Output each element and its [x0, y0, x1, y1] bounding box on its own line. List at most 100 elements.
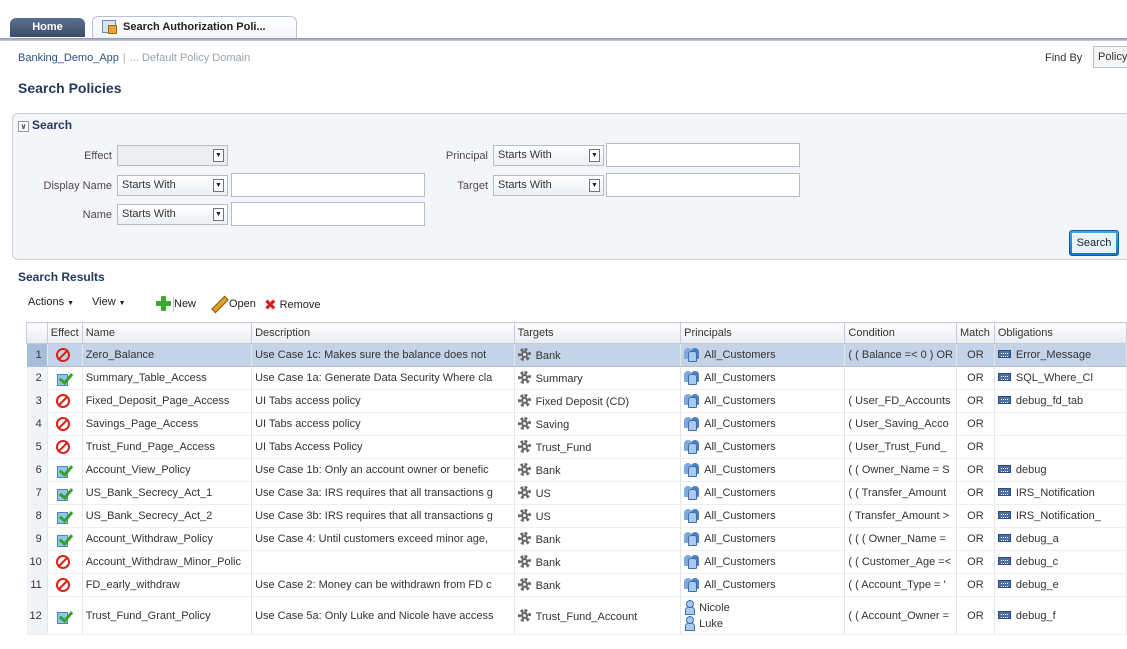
- name-cell[interactable]: Trust_Fund_Page_Access: [82, 435, 253, 459]
- principal-entry: All_Customers: [684, 393, 841, 409]
- resource-gear-icon: [517, 608, 531, 622]
- name-operator-value: Starts With: [122, 208, 176, 220]
- dropdown-arrow-icon[interactable]: ▼: [213, 208, 224, 221]
- effect-cell: [47, 366, 83, 390]
- column-header-name[interactable]: Name: [81, 322, 253, 344]
- resource-gear-icon: [517, 417, 531, 430]
- column-header-match[interactable]: Match: [955, 322, 995, 344]
- view-menu[interactable]: View ▼: [92, 296, 126, 308]
- grant-effect-icon: [56, 486, 72, 501]
- description-cell: UI Tabs access policy: [251, 412, 515, 436]
- table-row[interactable]: 1 Zero_Balance Use Case 1c: Makes sure the…: [26, 343, 1127, 367]
- find-by-select[interactable]: Policy: [1093, 46, 1127, 68]
- target-operator-value: Starts With: [498, 179, 552, 191]
- principal-name: Nicole: [699, 601, 730, 614]
- add-icon: [156, 296, 171, 311]
- dropdown-arrow-icon[interactable]: ▼: [213, 179, 224, 192]
- search-button[interactable]: Search: [1069, 230, 1119, 256]
- target-operator-select[interactable]: Starts With ▼: [493, 175, 604, 196]
- name-cell[interactable]: US_Bank_Secrecy_Act_2: [82, 504, 253, 528]
- effect-cell: [47, 412, 83, 436]
- search-section-header[interactable]: ∨ Search: [18, 118, 72, 132]
- open-button-label: Open: [229, 298, 256, 310]
- principals-cell: All_Customers: [680, 481, 846, 505]
- name-cell[interactable]: Savings_Page_Access: [82, 412, 253, 436]
- column-header-description[interactable]: Description: [251, 322, 515, 344]
- obligations-cell: [994, 412, 1127, 436]
- name-cell[interactable]: Trust_Fund_Grant_Policy: [82, 596, 253, 635]
- name-cell[interactable]: Account_Withdraw_Policy: [82, 527, 253, 551]
- breadcrumb-app-link[interactable]: Banking_Demo_App: [18, 52, 119, 64]
- column-header-condition[interactable]: Condition: [844, 322, 957, 344]
- name-cell[interactable]: Account_Withdraw_Minor_Polic: [82, 550, 253, 574]
- table-row[interactable]: 6 Account_View_Policy Use Case 1b: Only an…: [26, 458, 1127, 482]
- name-cell[interactable]: Zero_Balance: [82, 343, 253, 367]
- table-row[interactable]: 10 Account_Withdraw_Minor_Polic Bank All_Cu…: [26, 550, 1127, 574]
- collapse-chevron-icon[interactable]: ∨: [18, 121, 29, 132]
- breadcrumb-domain-link[interactable]: ... Default Policy Domain: [130, 52, 250, 64]
- table-row[interactable]: 11 FD_early_withdraw Use Case 2: Money can…: [26, 573, 1127, 597]
- match-cell: OR: [956, 389, 995, 413]
- column-header-targets[interactable]: Targets: [513, 322, 682, 344]
- open-button[interactable]: Open: [211, 296, 256, 311]
- dropdown-arrow-icon[interactable]: ▼: [589, 149, 600, 162]
- condition-cell: ( Transfer_Amount >: [844, 504, 957, 528]
- remove-button[interactable]: ✖ Remove: [264, 296, 321, 314]
- new-button[interactable]: New: [156, 296, 196, 311]
- actions-menu[interactable]: Actions ▼: [28, 296, 74, 308]
- name-operator-select[interactable]: Starts With ▼: [117, 204, 228, 225]
- target-input[interactable]: [606, 173, 800, 197]
- column-header-principals[interactable]: Principals: [680, 322, 846, 344]
- name-cell[interactable]: Summary_Table_Access: [82, 366, 253, 390]
- search-results-title: Search Results: [18, 270, 105, 284]
- display-name-input[interactable]: [231, 173, 425, 197]
- resource-gear-icon: [517, 463, 531, 476]
- table-row[interactable]: 8 US_Bank_Secrecy_Act_2 Use Case 3b: IRS r…: [26, 504, 1127, 528]
- name-input[interactable]: [231, 202, 425, 226]
- column-header-obligations[interactable]: Obligations: [993, 322, 1127, 344]
- obligation-icon: [997, 350, 1011, 358]
- description-cell: Use Case 5a: Only Luke and Nicole have a…: [251, 596, 515, 635]
- resource-gear-icon: [517, 532, 531, 545]
- name-cell[interactable]: Account_View_Policy: [82, 458, 253, 482]
- view-menu-label: View: [92, 296, 116, 308]
- name-cell[interactable]: Fixed_Deposit_Page_Access: [82, 389, 253, 413]
- principal-input[interactable]: [606, 143, 800, 167]
- results-table: Effect Name Description Targets Principa…: [26, 322, 1127, 635]
- principal-operator-select[interactable]: Starts With ▼: [493, 145, 604, 166]
- name-cell[interactable]: FD_early_withdraw: [82, 573, 253, 597]
- obligations-cell: debug: [994, 458, 1127, 482]
- principal-label: Principal: [445, 150, 488, 162]
- display-name-operator-select[interactable]: Starts With ▼: [117, 175, 228, 196]
- condition-cell: ( User_Trust_Fund_: [844, 435, 957, 459]
- dropdown-arrow-icon[interactable]: ▼: [213, 149, 224, 162]
- table-row[interactable]: 3 Fixed_Deposit_Page_Access UI Tabs access…: [26, 389, 1127, 413]
- user-icon: [684, 599, 696, 615]
- table-row[interactable]: 12 Trust_Fund_Grant_Policy Use Case 5a: On…: [26, 596, 1127, 635]
- table-row[interactable]: 2 Summary_Table_Access Use Case 1a: Genera…: [26, 366, 1127, 390]
- effect-select[interactable]: ▼: [117, 145, 228, 166]
- tab-home[interactable]: Home: [10, 18, 85, 37]
- resource-gear-icon: [517, 578, 531, 591]
- condition-cell: ( ( Transfer_Amount: [844, 481, 957, 505]
- table-row[interactable]: 9 Account_Withdraw_Policy Use Case 4: Unti…: [26, 527, 1127, 551]
- tab-search-authorization-policies[interactable]: Search Authorization Poli...: [92, 16, 297, 38]
- targets-cell: Trust_Fund: [514, 435, 682, 459]
- table-row[interactable]: 4 Savings_Page_Access UI Tabs access polic…: [26, 412, 1127, 436]
- target-name: Trust_Fund_Account: [535, 610, 638, 623]
- dropdown-arrow-icon[interactable]: ▼: [589, 179, 600, 192]
- user-icon: [684, 615, 696, 631]
- principal-entry: All_Customers: [684, 554, 841, 570]
- description-cell: Use Case 4: Until customers exceed minor…: [251, 527, 515, 551]
- name-cell[interactable]: US_Bank_Secrecy_Act_1: [82, 481, 253, 505]
- principal-name: All_Customers: [704, 487, 776, 499]
- table-row[interactable]: 7 US_Bank_Secrecy_Act_1 Use Case 3a: IRS r…: [26, 481, 1127, 505]
- targets-cell: Saving: [514, 412, 682, 436]
- principal-entry: Luke: [684, 615, 841, 632]
- resource-gear-icon: [517, 440, 531, 453]
- column-header-effect[interactable]: Effect: [46, 322, 83, 344]
- match-cell: OR: [956, 481, 995, 505]
- condition-cell: ( ( ( Owner_Name =: [844, 527, 957, 551]
- table-row[interactable]: 5 Trust_Fund_Page_Access UI Tabs Access Po…: [26, 435, 1127, 459]
- obligations-cell: [994, 435, 1127, 459]
